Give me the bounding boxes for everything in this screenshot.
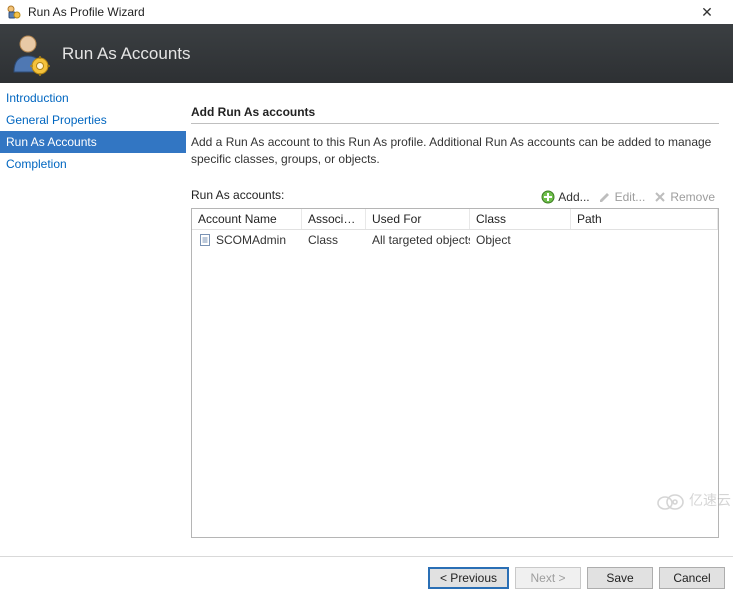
next-button[interactable]: Next > bbox=[515, 567, 581, 589]
col-path[interactable]: Path bbox=[571, 209, 718, 229]
add-button[interactable]: Add... bbox=[537, 189, 593, 205]
page-description: Add a Run As account to this Run As prof… bbox=[191, 134, 719, 168]
content-area: Introduction General Properties Run As A… bbox=[0, 83, 733, 556]
accounts-grid[interactable]: Account Name Association Used For Class … bbox=[191, 208, 719, 538]
list-toolbar: Run As accounts: Add... bbox=[191, 188, 719, 206]
cell-used-for: All targeted objects bbox=[366, 230, 470, 250]
col-account-name[interactable]: Account Name bbox=[192, 209, 302, 229]
list-label: Run As accounts: bbox=[191, 188, 284, 202]
window-title: Run As Profile Wizard bbox=[28, 5, 687, 19]
previous-button[interactable]: < Previous bbox=[428, 567, 509, 589]
edit-button[interactable]: Edit... bbox=[594, 189, 650, 205]
cell-association: Class bbox=[302, 230, 366, 250]
nav-general-properties[interactable]: General Properties bbox=[0, 109, 186, 131]
remove-label: Remove bbox=[670, 190, 715, 204]
grid-header: Account Name Association Used For Class … bbox=[192, 209, 718, 230]
col-association[interactable]: Association bbox=[302, 209, 366, 229]
save-button[interactable]: Save bbox=[587, 567, 653, 589]
title-bar: Run As Profile Wizard ✕ bbox=[0, 0, 733, 24]
wizard-nav: Introduction General Properties Run As A… bbox=[0, 83, 187, 556]
banner-heading: Run As Accounts bbox=[62, 44, 191, 64]
wizard-banner: Run As Accounts bbox=[0, 24, 733, 83]
col-class[interactable]: Class bbox=[470, 209, 571, 229]
edit-pencil-icon bbox=[598, 190, 612, 204]
close-button[interactable]: ✕ bbox=[687, 4, 727, 21]
page-heading: Add Run As accounts bbox=[191, 105, 719, 119]
add-label: Add... bbox=[558, 190, 589, 204]
table-row[interactable]: SCOMAdmin Class All targeted objects Obj… bbox=[192, 230, 718, 250]
nav-completion[interactable]: Completion bbox=[0, 153, 186, 175]
main-panel: Add Run As accounts Add a Run As account… bbox=[187, 83, 733, 556]
cell-account-name: SCOMAdmin bbox=[216, 233, 286, 247]
nav-run-as-accounts[interactable]: Run As Accounts bbox=[0, 131, 186, 153]
remove-button[interactable]: Remove bbox=[649, 189, 719, 205]
col-used-for[interactable]: Used For bbox=[366, 209, 470, 229]
account-doc-icon bbox=[198, 233, 212, 247]
remove-x-icon bbox=[653, 190, 667, 204]
edit-label: Edit... bbox=[615, 190, 646, 204]
wizard-footer: < Previous Next > Save Cancel bbox=[0, 556, 733, 598]
heading-divider bbox=[191, 123, 719, 124]
runas-user-icon bbox=[10, 32, 50, 76]
add-icon bbox=[541, 190, 555, 204]
wizard-icon bbox=[6, 4, 22, 20]
cell-path bbox=[571, 230, 718, 250]
nav-introduction[interactable]: Introduction bbox=[0, 87, 186, 109]
cancel-button[interactable]: Cancel bbox=[659, 567, 725, 589]
cell-class: Object bbox=[470, 230, 571, 250]
